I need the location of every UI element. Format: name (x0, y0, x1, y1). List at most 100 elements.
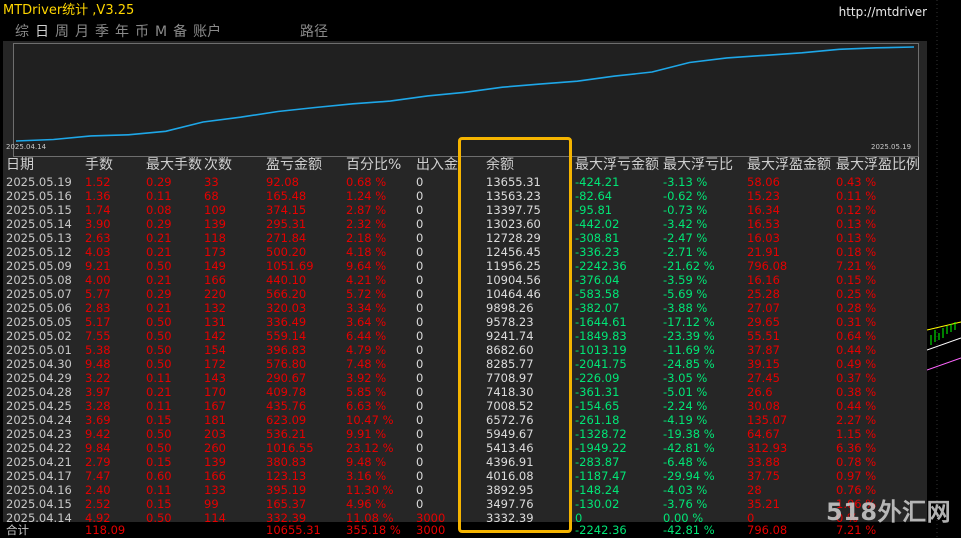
tab-0[interactable]: 综 (14, 22, 30, 42)
table-cell: 0 (416, 231, 424, 245)
total-cell: -2242.36 (575, 523, 627, 537)
table-cell: 154 (204, 343, 226, 357)
table-cell: -2.24 % (663, 399, 708, 413)
total-cell: 355.18 % (346, 523, 401, 537)
table-cell: 16.34 (747, 203, 780, 217)
table-cell: -442.02 (575, 217, 620, 231)
table-cell: 10.47 % (346, 413, 394, 427)
table-cell: 576.80 (266, 357, 307, 371)
header-cell: 出入金 (416, 157, 458, 173)
table-cell: -2.71 % (663, 245, 708, 259)
table-cell: 2025.05.16 (6, 189, 72, 203)
table-cell: 0.44 % (836, 343, 877, 357)
table-cell: -2242.36 (575, 259, 627, 273)
stats-window: MTDriver统计 ,V3.25 http://mtdriver.cn 综日周… (0, 0, 961, 538)
table-cell: 2025.04.22 (6, 441, 72, 455)
tab-2[interactable]: 周 (54, 22, 70, 42)
tab-5[interactable]: 年 (114, 22, 130, 42)
table-cell: 0.43 % (836, 175, 877, 189)
table-cell: 7.55 (85, 329, 111, 343)
table-cell: 39.15 (747, 357, 780, 371)
table-cell: 7.48 % (346, 357, 387, 371)
table-cell: -1013.19 (575, 343, 627, 357)
table-cell: 623.09 (266, 413, 307, 427)
table-cell: -95.81 (575, 203, 613, 217)
table-cell: -82.64 (575, 189, 613, 203)
table-cell: 4.00 (85, 273, 111, 287)
table-cell: -3.76 % (663, 497, 708, 511)
table-cell: -3.59 % (663, 273, 708, 287)
table-cell: 131 (204, 315, 226, 329)
table-cell: 7.47 (85, 469, 111, 483)
table-cell: 5.17 (85, 315, 111, 329)
table-cell: 2025.04.28 (6, 385, 72, 399)
table-cell: 0.44 % (836, 399, 877, 413)
header-cell: 最大浮盈金额 (747, 157, 831, 173)
table-cell: 2025.05.02 (6, 329, 72, 343)
table-cell: 166 (204, 273, 226, 287)
table-cell: 0 (416, 371, 424, 385)
tab-7[interactable]: M (154, 22, 168, 42)
tab-8[interactable]: 备 (172, 22, 188, 42)
table-cell: 6.36 % (836, 441, 877, 455)
table-cell: 142 (204, 329, 226, 343)
table-cell: 33.88 (747, 455, 780, 469)
table-cell: 9.21 (85, 259, 111, 273)
table-cell: -24.85 % (663, 357, 715, 371)
table-cell: 0.11 % (836, 189, 877, 203)
table-cell: 4.79 % (346, 343, 387, 357)
table-cell: -0.73 % (663, 203, 708, 217)
table-cell: 9.48 (85, 357, 111, 371)
table-cell: -21.62 % (663, 259, 715, 273)
table-cell: 5.72 % (346, 287, 387, 301)
header-cell: 日期 (6, 157, 34, 173)
table-cell: 0 (416, 189, 424, 203)
table-cell: 3.16 % (346, 469, 387, 483)
table-cell: 135.07 (747, 413, 788, 427)
table-cell: 0 (416, 315, 424, 329)
table-cell: 6.44 % (346, 329, 387, 343)
tab-9[interactable]: 账户 (192, 22, 222, 42)
table-cell: 165.48 (266, 189, 307, 203)
table-cell: 271.84 (266, 231, 307, 245)
table-cell: 64.67 (747, 427, 780, 441)
table-cell: 3.97 (85, 385, 111, 399)
table-cell: -308.81 (575, 231, 620, 245)
table-cell: 0.28 % (836, 301, 877, 315)
table-cell: -29.94 % (663, 469, 715, 483)
table-cell: -2041.75 (575, 357, 627, 371)
path-button[interactable]: 路径 (300, 22, 328, 42)
table-cell: 139 (204, 455, 226, 469)
table-cell: 1.36 (85, 189, 111, 203)
table-cell: 260 (204, 441, 226, 455)
total-cell: 118.09 (85, 523, 126, 537)
header-cell: 最大浮亏金额 (575, 157, 659, 173)
table-cell: 133 (204, 483, 226, 497)
table-cell: 5.85 % (346, 385, 387, 399)
tab-4[interactable]: 季 (94, 22, 110, 42)
table-cell: -382.07 (575, 301, 620, 315)
table-cell: 320.03 (266, 301, 307, 315)
table-cell: 2025.05.15 (6, 203, 72, 217)
table-cell: 0.29 (146, 175, 172, 189)
table-cell: 172 (204, 357, 226, 371)
table-cell: 21.91 (747, 245, 780, 259)
chart-end-date: 2025.05.19 (871, 143, 912, 151)
table-cell: 2.27 % (836, 413, 877, 427)
tab-1[interactable]: 日 (34, 22, 50, 42)
table-cell: -1644.61 (575, 315, 627, 329)
table-cell: 11.30 % (346, 483, 394, 497)
header-cell: 最大手数 (146, 157, 202, 173)
table-cell: 2025.04.30 (6, 357, 72, 371)
tab-3[interactable]: 月 (74, 22, 90, 42)
table-cell: 4.18 % (346, 245, 387, 259)
table-cell: 0.64 % (836, 329, 877, 343)
table-cell: 28 (747, 483, 762, 497)
table-cell: 2025.05.13 (6, 231, 72, 245)
table-cell: -1949.22 (575, 441, 627, 455)
table-cell: 0 (416, 441, 424, 455)
table-cell: 2025.05.06 (6, 301, 72, 315)
table-cell: 0.50 (146, 357, 172, 371)
tab-6[interactable]: 币 (134, 22, 150, 42)
table-cell: 0.08 (146, 203, 172, 217)
